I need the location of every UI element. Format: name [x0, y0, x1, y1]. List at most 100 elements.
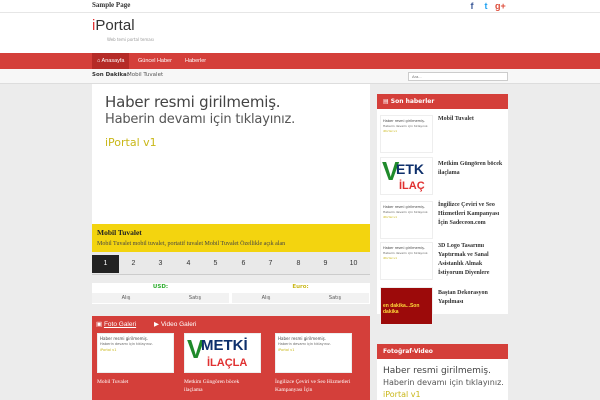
search-input[interactable] — [408, 72, 508, 81]
slider-caption-desc: Mobil Tuvalet mobil tuvalet, portatif tu… — [97, 241, 286, 247]
camera-icon: ▣ — [96, 321, 104, 328]
slider-page-8[interactable]: 8 — [285, 255, 312, 273]
sidebar-news-thumb-2: V ETK İLAÇ — [380, 157, 433, 195]
slider-caption[interactable]: Mobil Tuvalet Mobil Tuvalet mobil tuvale… — [92, 224, 370, 252]
sidebar-photo-video: Fotoğraf-Video Haber resmi girilmemiş. H… — [377, 344, 508, 400]
gallery-thumb-1-line1: Haber resmi girilmemiş. — [100, 336, 148, 341]
site-tagline: Web temi portal teması — [107, 37, 154, 42]
sidebar-news-item-5[interactable]: en dakika...Son dakika Baştan Dekorasyon… — [380, 287, 505, 327]
breaking-news-bar: Son Dakika: Mobil Tuvalet — [0, 69, 600, 84]
sidebar-news-title-3: İngilizce Çeviri ve Seo Hizmetleri Kampa… — [438, 202, 500, 226]
sidebar-news-thumb-4: Haber resmi girilmemiş. Haberin devamı i… — [380, 242, 433, 280]
video-icon: ▶ — [154, 321, 161, 328]
sidebar-thumb-1-line1: Haber resmi girilmemiş. — [383, 119, 425, 123]
slider-page-10[interactable]: 10 — [340, 255, 367, 273]
slider-page-7[interactable]: 7 — [257, 255, 284, 273]
slider-placeholder-line3: iPortal v1 — [105, 136, 157, 149]
metkim-logo-text: ETK — [396, 161, 424, 177]
currency-usd-sell: Satış — [188, 295, 202, 301]
breaking-label: Son Dakika: — [92, 72, 129, 78]
gallery-caption-1[interactable]: Mobil Tuvalet — [97, 378, 177, 386]
sidebar-photo-video-header: Fotoğraf-Video — [377, 344, 508, 359]
sidebar-news-item-1[interactable]: Haber resmi girilmemiş. Haberin devamı i… — [380, 115, 505, 155]
gallery-caption-2[interactable]: Metkim Güngören böcek ilaçlama — [184, 378, 254, 394]
slider-placeholder-line1: Haber resmi girilmemiş. — [105, 93, 281, 111]
slider-pagination: 1 2 3 4 5 6 7 8 9 10 — [92, 252, 370, 275]
gallery-thumb-1[interactable]: Haber resmi girilmemiş. Haberin devamı i… — [97, 333, 174, 373]
site-logo[interactable]: iPortal — [92, 17, 135, 34]
nav-item-guncel-haber[interactable]: Güncel Haber — [133, 53, 177, 69]
gallery-thumb-3[interactable]: Haber resmi girilmemiş. Haberin devamı i… — [275, 333, 352, 373]
metkim-logo-sub: İLAÇLA — [207, 357, 248, 369]
sidebar-photo-video-line3[interactable]: iPortal v1 — [383, 390, 421, 399]
sidebar-news-thumb-1: Haber resmi girilmemiş. Haberin devamı i… — [380, 115, 433, 153]
tab-video-gallery[interactable]: ▶ Video Galeri — [154, 320, 196, 328]
currency-euro-sell: Satış — [328, 295, 342, 301]
slider-page-2[interactable]: 2 — [120, 255, 147, 273]
gallery-thumb-3-line2: Haberin devamı için tıklayınız. — [278, 342, 331, 346]
sidebar-thumb-1-line3: iPortal v1 — [383, 129, 398, 133]
facebook-icon[interactable]: f — [467, 1, 477, 11]
breaking-news-link[interactable]: Mobil Tuvalet — [127, 72, 163, 78]
slider-caption-title: Mobil Tuvalet — [97, 228, 142, 237]
slider-page-6[interactable]: 6 — [230, 255, 257, 273]
slider-page-3[interactable]: 3 — [147, 255, 174, 273]
son-dakika-banner-text: en dakika...Son dakika — [383, 303, 420, 315]
sidebar-thumb-4-line2: Haberin devamı için tıklayınız. — [383, 251, 429, 255]
nav-item-home[interactable]: ⌂ Anasayfa — [92, 53, 130, 69]
sidebar-news-item-3[interactable]: Haber resmi girilmemiş. Haberin devamı i… — [380, 201, 505, 241]
main-nav: ⌂ Anasayfa Güncel Haber Haberler — [0, 53, 600, 69]
news-icon: ▤ — [383, 98, 391, 105]
slider-page-4[interactable]: 4 — [175, 255, 202, 273]
sidebar-news-thumb-5: en dakika...Son dakika — [380, 287, 433, 325]
slider-page-9[interactable]: 9 — [312, 255, 339, 273]
google-plus-icon[interactable]: g+ — [495, 1, 506, 11]
sidebar-photo-video-line2[interactable]: Haberin devamı için tıklayınız. — [383, 378, 504, 387]
metkim-logo-sub: İLAÇ — [399, 180, 425, 192]
slider-page-1[interactable]: 1 — [92, 255, 119, 273]
sidebar-thumb-1-line2: Haberin devamı için tıklayınız. — [383, 124, 429, 128]
sidebar-news-title-2: Metkim Güngören böcek ilaçlama — [438, 161, 503, 176]
gallery-thumb-3-line3: iPortal v1 — [278, 348, 295, 352]
sidebar-news-item-2[interactable]: V ETK İLAÇ Metkim Güngören böcek ilaçlam… — [380, 157, 505, 197]
slider-page-5[interactable]: 5 — [202, 255, 229, 273]
sidebar-thumb-4-line1: Haber resmi girilmemiş. — [383, 246, 425, 250]
sidebar-news-thumb-3: Haber resmi girilmemiş. Haberin devamı i… — [380, 201, 433, 239]
slider-placeholder-line2: Haberin devamı için tıklayınız. — [105, 112, 296, 127]
gallery-thumb-2[interactable]: V METKİ İLAÇLA — [184, 333, 261, 373]
sidebar-latest-news: ▤ Son haberler Haber resmi girilmemiş. H… — [377, 94, 508, 325]
sample-page-link[interactable]: Sample Page — [92, 1, 130, 9]
sidebar-thumb-3-line3: iPortal v1 — [383, 215, 398, 219]
tab-photo-gallery-label: Foto Galeri — [103, 321, 137, 328]
nav-item-haberler[interactable]: Haberler — [180, 53, 211, 69]
slider-image[interactable]: Haber resmi girilmemiş. Haberin devamı i… — [92, 84, 370, 224]
currency-rates: USD: Alış Satış Euro: Alış Satış — [92, 283, 370, 304]
twitter-icon[interactable]: t — [481, 1, 491, 11]
nav-item-home-label: Anasayfa — [101, 58, 125, 64]
sidebar-news-item-4[interactable]: Haber resmi girilmemiş. Haberin devamı i… — [380, 242, 505, 284]
currency-usd: USD: Alış Satış — [92, 283, 229, 304]
currency-euro-name: Euro: — [292, 284, 309, 290]
sidebar-latest-news-title: Son haberler — [390, 98, 435, 105]
currency-usd-name: USD: — [152, 284, 169, 290]
sidebar-news-title-5: Baştan Dekorasyon Yapılması — [438, 290, 488, 305]
gallery-thumb-1-line3: iPortal v1 — [100, 348, 117, 352]
sidebar-news-title-1: Mobil Tuvalet — [438, 116, 474, 122]
sidebar-news-title-4: 3D Logo Tasarımı Yaptırmak ve Sanal Asis… — [438, 243, 490, 276]
metkim-logo-text: METKİ — [201, 337, 248, 354]
logo-text: Portal — [95, 17, 135, 34]
sidebar-latest-news-header: ▤ Son haberler — [377, 94, 508, 109]
top-bar: Sample Page f t g+ — [0, 0, 600, 13]
site-header: iPortal Web temi portal teması — [0, 13, 600, 53]
sidebar-thumb-3-line1: Haber resmi girilmemiş. — [383, 205, 425, 209]
currency-usd-buy: Alış — [121, 295, 131, 301]
sidebar-photo-video-line1[interactable]: Haber resmi girilmemiş. — [383, 366, 491, 376]
currency-euro-buy: Alış — [261, 295, 271, 301]
currency-euro: Euro: Alış Satış — [232, 283, 369, 304]
tab-photo-gallery[interactable]: ▣ Foto Galeri — [96, 320, 136, 328]
sidebar-thumb-4-line3: iPortal v1 — [383, 256, 398, 260]
gallery-caption-3[interactable]: İngilizce Çeviri ve Seo Hizmetleri Kampa… — [275, 378, 367, 394]
tab-video-gallery-label: Video Galeri — [160, 321, 197, 328]
gallery-thumb-3-line1: Haber resmi girilmemiş. — [278, 336, 326, 341]
sidebar-thumb-3-line2: Haberin devamı için tıklayınız. — [383, 210, 429, 214]
